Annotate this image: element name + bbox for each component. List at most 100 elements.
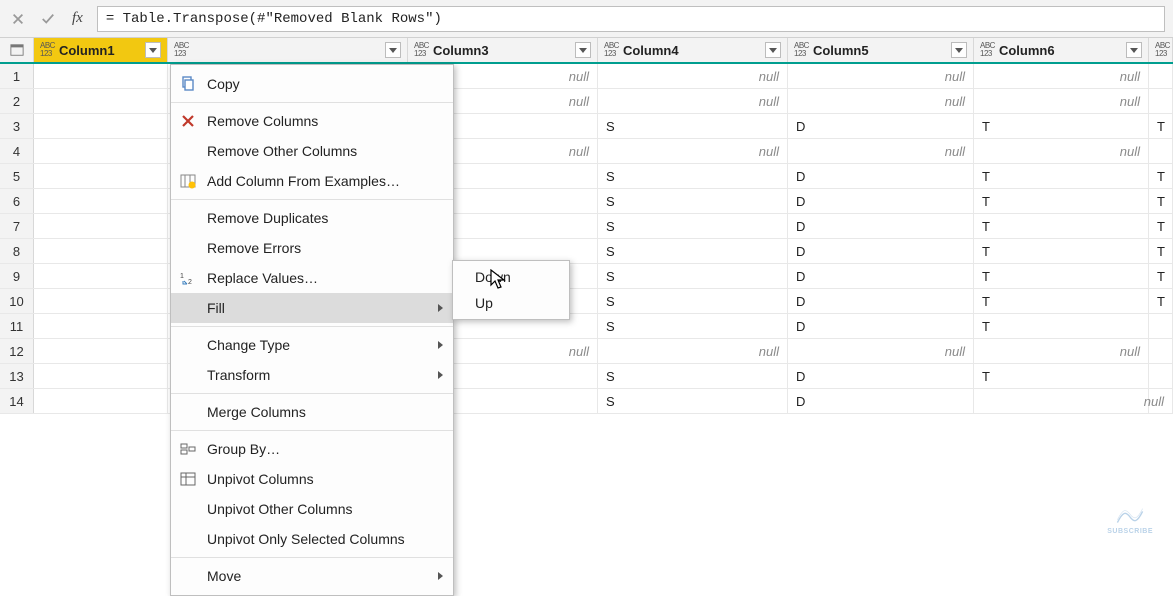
column-filter-button[interactable] [145,42,161,58]
cell[interactable]: D [788,289,974,313]
menu-item-unpivot-only-selected-columns[interactable]: Unpivot Only Selected Columns [171,524,453,554]
cell[interactable]: S [598,239,788,263]
cell[interactable]: T [974,239,1149,263]
any-type-icon[interactable]: ABC123 [414,42,429,58]
cell[interactable]: null [788,339,974,363]
menu-item-remove-columns[interactable]: Remove Columns [171,106,453,136]
cell[interactable]: null [788,139,974,163]
column-filter-button[interactable] [575,42,591,58]
column-header-Column1[interactable]: ABC123Column1 [34,38,168,62]
column-header-col7[interactable]: ABC123 [1149,38,1173,62]
cell[interactable]: D [788,389,974,413]
cell[interactable]: T [1149,114,1173,138]
menu-item-copy[interactable]: Copy [171,69,453,99]
cell[interactable] [1149,314,1173,338]
cell[interactable]: D [788,264,974,288]
menu-item-transform[interactable]: Transform [171,360,453,390]
cell[interactable]: null [974,64,1149,88]
cell[interactable]: T [974,289,1149,313]
row-header[interactable]: 6 [0,189,34,213]
cell[interactable] [34,64,168,88]
cell[interactable]: D [788,314,974,338]
column-header-Column4[interactable]: ABC123Column4 [598,38,788,62]
row-header[interactable]: 11 [0,314,34,338]
any-type-icon[interactable]: ABC123 [794,42,809,58]
row-header[interactable]: 13 [0,364,34,388]
cell[interactable]: S [598,314,788,338]
cell[interactable] [1149,64,1173,88]
cell[interactable]: T [1149,189,1173,213]
menu-item-fill-down[interactable]: Down [453,264,569,290]
cell[interactable]: T [974,264,1149,288]
column-header-col2[interactable]: ABC123 [168,38,408,62]
cell[interactable]: T [1149,214,1173,238]
menu-item-add-column-from-examples[interactable]: Add Column From Examples… [171,166,453,196]
any-type-icon[interactable]: ABC123 [1155,42,1170,58]
cell[interactable]: null [974,89,1149,113]
cell[interactable]: null [598,89,788,113]
row-header[interactable]: 4 [0,139,34,163]
cell[interactable]: S [598,264,788,288]
cell[interactable]: null [598,339,788,363]
any-type-icon[interactable]: ABC123 [604,42,619,58]
column-header-Column6[interactable]: ABC123Column6 [974,38,1149,62]
menu-item-change-type[interactable]: Change Type [171,330,453,360]
cell[interactable] [974,389,1149,413]
cell[interactable]: null [974,339,1149,363]
select-all-corner[interactable] [0,38,34,62]
cell[interactable] [34,214,168,238]
cell[interactable] [34,164,168,188]
cell[interactable]: S [598,189,788,213]
any-type-icon[interactable]: ABC123 [40,42,55,58]
row-header[interactable]: 7 [0,214,34,238]
cell[interactable]: D [788,239,974,263]
cell[interactable] [34,114,168,138]
cell[interactable]: S [598,214,788,238]
cell[interactable]: D [788,364,974,388]
menu-item-remove-errors[interactable]: Remove Errors [171,233,453,263]
cell[interactable]: T [1149,164,1173,188]
cell[interactable]: D [788,189,974,213]
cell[interactable]: T [974,364,1149,388]
any-type-icon[interactable]: ABC123 [174,42,189,58]
row-header[interactable]: 12 [0,339,34,363]
cell[interactable]: D [788,214,974,238]
cell[interactable]: T [974,214,1149,238]
menu-item-unpivot-columns[interactable]: Unpivot Columns [171,464,453,494]
cell[interactable]: null [788,64,974,88]
cell[interactable] [34,89,168,113]
cell[interactable]: T [974,314,1149,338]
cell[interactable] [1149,364,1173,388]
cell[interactable] [34,264,168,288]
any-type-icon[interactable]: ABC123 [980,42,995,58]
menu-item-move[interactable]: Move [171,561,453,591]
cell[interactable] [34,364,168,388]
cell[interactable] [1149,139,1173,163]
row-header[interactable]: 8 [0,239,34,263]
column-filter-button[interactable] [1126,42,1142,58]
row-header[interactable]: 9 [0,264,34,288]
formula-cancel-button[interactable] [8,9,28,29]
row-header[interactable]: 10 [0,289,34,313]
column-filter-button[interactable] [385,42,401,58]
cell[interactable]: null [974,139,1149,163]
menu-item-remove-duplicates[interactable]: Remove Duplicates [171,203,453,233]
cell[interactable]: S [598,164,788,188]
formula-input[interactable]: = Table.Transpose(#"Removed Blank Rows") [97,6,1165,32]
cell[interactable]: null [1149,389,1173,413]
column-filter-button[interactable] [765,42,781,58]
cell[interactable]: S [598,289,788,313]
cell[interactable]: S [598,364,788,388]
menu-item-remove-other-columns[interactable]: Remove Other Columns [171,136,453,166]
formula-commit-button[interactable] [38,9,58,29]
column-filter-button[interactable] [951,42,967,58]
cell[interactable] [34,289,168,313]
cell[interactable] [34,339,168,363]
row-header[interactable]: 3 [0,114,34,138]
cell[interactable]: T [1149,264,1173,288]
cell[interactable]: S [598,114,788,138]
cell[interactable] [34,314,168,338]
menu-item-replace-values[interactable]: 12Replace Values… [171,263,453,293]
cell[interactable] [1149,339,1173,363]
cell[interactable]: S [598,389,788,413]
